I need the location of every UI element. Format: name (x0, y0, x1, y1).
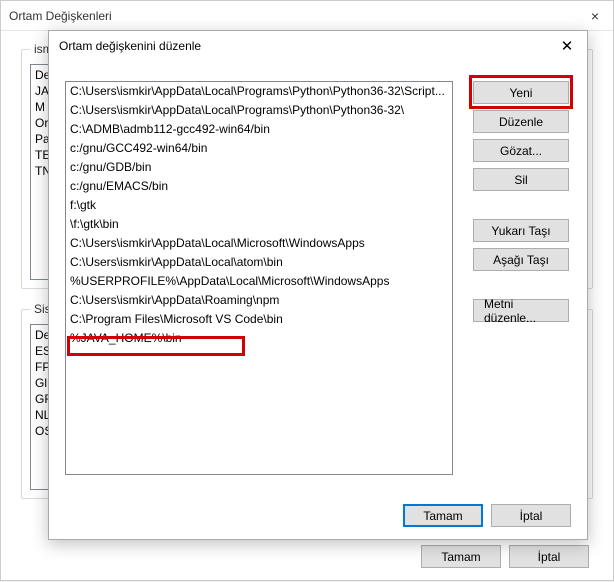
list-item[interactable]: c:/gnu/GDB/bin (66, 158, 452, 177)
titlebar: Ortam Değişkenleri × (1, 1, 613, 31)
ok-button[interactable]: Tamam (421, 545, 501, 568)
cancel-button[interactable]: İptal (491, 504, 571, 527)
path-entries-list[interactable]: C:\Users\ismkir\AppData\Local\Programs\P… (65, 81, 453, 475)
list-item[interactable]: %JAVA_HOME%\bin (66, 329, 452, 348)
list-item[interactable]: C:\Users\ismkir\AppData\Local\atom\bin (66, 253, 452, 272)
titlebar: Ortam değişkenini düzenle ✕ (49, 31, 587, 61)
dialog-body: C:\Users\ismkir\AppData\Local\Programs\P… (49, 61, 587, 541)
delete-button[interactable]: Sil (473, 168, 569, 191)
list-item[interactable]: c:/gnu/EMACS/bin (66, 177, 452, 196)
edit-text-button[interactable]: Metni düzenle... (473, 299, 569, 322)
list-item[interactable]: C:\Program Files\Microsoft VS Code\bin (66, 310, 452, 329)
close-icon[interactable]: × (585, 8, 605, 24)
list-item[interactable]: \f:\gtk\bin (66, 215, 452, 234)
dialog-buttons: Tamam İptal (421, 545, 589, 568)
list-item[interactable]: c:/gnu/GCC492-win64/bin (66, 139, 452, 158)
cancel-button[interactable]: İptal (509, 545, 589, 568)
list-item[interactable]: C:\Users\ismkir\AppData\Local\Microsoft\… (66, 234, 452, 253)
list-item[interactable]: C:\Users\ismkir\AppData\Roaming\npm (66, 291, 452, 310)
edit-button[interactable]: Düzenle (473, 110, 569, 133)
dialog-title: Ortam değişkenini düzenle (59, 39, 201, 53)
dialog-buttons: Tamam İptal (403, 504, 571, 527)
edit-env-var-dialog: Ortam değişkenini düzenle ✕ C:\Users\ism… (48, 30, 588, 540)
window-title: Ortam Değişkenleri (9, 9, 112, 23)
move-down-button[interactable]: Aşağı Taşı (473, 248, 569, 271)
new-button[interactable]: Yeni (473, 81, 569, 104)
ok-button[interactable]: Tamam (403, 504, 483, 527)
list-item[interactable]: C:\ADMB\admb112-gcc492-win64/bin (66, 120, 452, 139)
list-item[interactable]: C:\Users\ismkir\AppData\Local\Programs\P… (66, 82, 452, 101)
browse-button[interactable]: Gözat... (473, 139, 569, 162)
list-item[interactable]: f:\gtk (66, 196, 452, 215)
move-up-button[interactable]: Yukarı Taşı (473, 219, 569, 242)
list-item[interactable]: C:\Users\ismkir\AppData\Local\Programs\P… (66, 101, 452, 120)
side-buttons: Yeni Düzenle Gözat... Sil Yukarı Taşı Aş… (473, 81, 569, 322)
close-icon[interactable]: ✕ (557, 37, 577, 55)
list-item[interactable]: %USERPROFILE%\AppData\Local\Microsoft\Wi… (66, 272, 452, 291)
